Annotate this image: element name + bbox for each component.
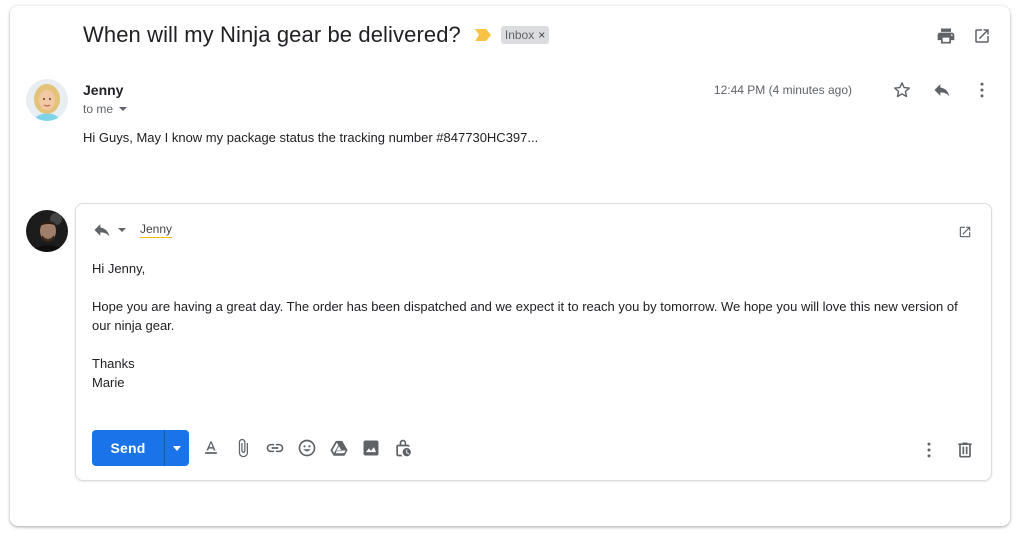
- more-vert-icon[interactable]: [972, 80, 992, 100]
- pop-out-reply-icon[interactable]: [955, 222, 975, 242]
- recipient-details-toggle[interactable]: to me: [83, 102, 128, 116]
- reply-paragraph: Hope you are having a great day. The ord…: [92, 299, 958, 333]
- open-in-new-window-icon[interactable]: [972, 26, 992, 46]
- reply-icon[interactable]: [932, 80, 952, 100]
- reply-type-icon[interactable]: [92, 220, 112, 240]
- inbox-label: Inbox: [504, 28, 535, 42]
- chevron-down-icon[interactable]: [118, 228, 126, 232]
- reply-greeting: Hi Jenny,: [92, 261, 146, 276]
- attach-icon[interactable]: [233, 438, 253, 458]
- reply-header: Jenny: [92, 220, 173, 240]
- photo-icon[interactable]: [361, 438, 381, 458]
- message-snippet[interactable]: Hi Guys, May I know my package status th…: [83, 130, 538, 145]
- delete-icon[interactable]: [955, 440, 975, 460]
- message-timestamp: 12:44 PM (4 minutes ago): [713, 83, 852, 97]
- compose-secondary-actions: [919, 440, 975, 460]
- sender-avatar[interactable]: [26, 79, 68, 121]
- reply-recipient[interactable]: Jenny: [140, 222, 173, 238]
- star-icon[interactable]: [892, 80, 912, 100]
- reply-signature: Marie: [92, 375, 125, 390]
- send-button-group: Send: [92, 430, 189, 466]
- remove-label-icon[interactable]: ×: [538, 28, 545, 42]
- subject-row: When will my Ninja gear be delivered? In…: [83, 22, 550, 48]
- more-options-icon[interactable]: [919, 440, 939, 460]
- to-me-label: to me: [83, 102, 114, 116]
- compose-toolbar: Send: [92, 430, 413, 466]
- drive-icon[interactable]: [329, 438, 349, 458]
- formatting-tools: [201, 438, 413, 458]
- reply-closing: Thanks: [92, 356, 135, 371]
- emoji-icon[interactable]: [297, 438, 317, 458]
- inbox-label-chip: Inbox ×: [500, 26, 550, 44]
- chevron-down-icon: [119, 107, 128, 111]
- reply-body-editor[interactable]: Hi Jenny, Hope you are having a great da…: [92, 259, 972, 392]
- send-options-button[interactable]: [164, 430, 189, 466]
- email-subject: When will my Ninja gear be delivered?: [83, 22, 461, 47]
- sender-name[interactable]: Jenny: [83, 82, 123, 98]
- importance-marker-icon[interactable]: [474, 29, 491, 41]
- reply-compose-box: Jenny Hi Jenny, Hope you are having a gr…: [75, 203, 992, 481]
- text-format-icon[interactable]: [201, 438, 221, 458]
- print-icon[interactable]: [936, 26, 956, 46]
- confidential-mode-icon[interactable]: [393, 438, 413, 458]
- chevron-down-icon: [173, 445, 181, 451]
- email-card: When will my Ninja gear be delivered? In…: [10, 6, 1010, 526]
- link-icon[interactable]: [265, 438, 285, 458]
- send-button[interactable]: Send: [92, 430, 164, 466]
- thread-actions: [936, 26, 992, 46]
- message-meta: 12:44 PM (4 minutes ago): [714, 80, 992, 100]
- user-avatar[interactable]: [26, 210, 68, 252]
